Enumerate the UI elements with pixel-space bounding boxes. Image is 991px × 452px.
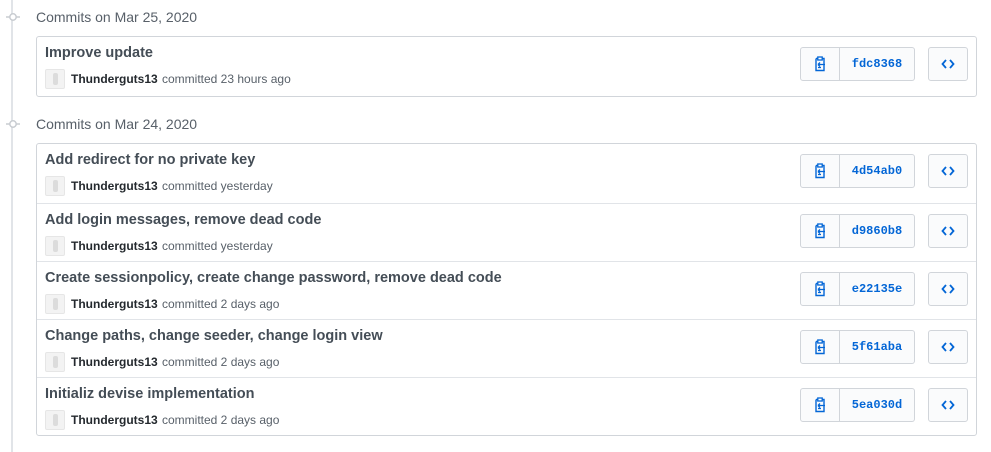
browse-repo-button[interactable] xyxy=(928,47,968,81)
commit-author-link[interactable]: Thunderguts13 xyxy=(71,413,158,427)
commit-group-header: Commits on Mar 24, 2020 xyxy=(0,114,400,134)
commit-row: Improve update Thunderguts13 committed 2… xyxy=(37,37,976,96)
clipboard-icon xyxy=(813,163,827,179)
commit-sha-link[interactable]: 5ea030d xyxy=(840,388,915,422)
commit-group-header: Commits on Mar 25, 2020 xyxy=(0,7,400,27)
avatar[interactable] xyxy=(45,176,65,196)
git-commit-icon xyxy=(6,117,20,131)
code-icon xyxy=(941,283,955,295)
sha-button-group: d9860b8 xyxy=(800,214,915,248)
commit-author-link[interactable]: Thunderguts13 xyxy=(71,355,158,369)
copy-sha-button[interactable] xyxy=(800,330,840,364)
copy-sha-button[interactable] xyxy=(800,154,840,188)
avatar[interactable] xyxy=(45,69,65,89)
code-icon xyxy=(941,165,955,177)
commit-time: committed 23 hours ago xyxy=(162,72,291,86)
commit-time: committed yesterday xyxy=(162,239,273,253)
commit-time: committed 2 days ago xyxy=(162,355,280,369)
sha-button-group: fdc8368 xyxy=(800,47,915,81)
commit-author-link[interactable]: Thunderguts13 xyxy=(71,239,158,253)
code-icon xyxy=(941,341,955,353)
commit-row: Change paths, change seeder, change logi… xyxy=(37,319,976,377)
avatar[interactable] xyxy=(45,236,65,256)
avatar[interactable] xyxy=(45,352,65,372)
code-icon xyxy=(941,225,955,237)
commit-message-link[interactable]: Create sessionpolicy, create change pass… xyxy=(45,270,502,286)
commit-message-link[interactable]: Add redirect for no private key xyxy=(45,152,255,168)
browse-repo-button[interactable] xyxy=(928,272,968,306)
sha-button-group: 5f61aba xyxy=(800,330,915,364)
git-commit-icon xyxy=(6,10,20,24)
browse-repo-button[interactable] xyxy=(928,330,968,364)
commit-row: Initializ devise implementation Thunderg… xyxy=(37,377,976,435)
commit-message-link[interactable]: Add login messages, remove dead code xyxy=(45,212,321,228)
commit-author-link[interactable]: Thunderguts13 xyxy=(71,72,158,86)
sha-button-group: 5ea030d xyxy=(800,388,915,422)
commit-message-link[interactable]: Improve update xyxy=(45,45,153,61)
clipboard-icon xyxy=(813,223,827,239)
sha-button-group: 4d54ab0 xyxy=(800,154,915,188)
commit-message-link[interactable]: Change paths, change seeder, change logi… xyxy=(45,328,383,344)
sha-button-group: e22135e xyxy=(800,272,915,306)
avatar[interactable] xyxy=(45,410,65,430)
code-icon xyxy=(941,58,955,70)
code-icon xyxy=(941,399,955,411)
commit-group-title: Commits on Mar 25, 2020 xyxy=(36,9,198,25)
browse-repo-button[interactable] xyxy=(928,388,968,422)
commit-author-link[interactable]: Thunderguts13 xyxy=(71,179,158,193)
browse-repo-button[interactable] xyxy=(928,154,968,188)
commit-row: Add login messages, remove dead code Thu… xyxy=(37,203,976,261)
clipboard-icon xyxy=(813,56,827,72)
copy-sha-button[interactable] xyxy=(800,272,840,306)
commit-sha-link[interactable]: d9860b8 xyxy=(840,214,915,248)
commit-row: Create sessionpolicy, create change pass… xyxy=(37,261,976,319)
clipboard-icon xyxy=(813,281,827,297)
commit-row: Add redirect for no private key Thunderg… xyxy=(37,144,976,203)
commit-author-link[interactable]: Thunderguts13 xyxy=(71,297,158,311)
commit-sha-link[interactable]: 4d54ab0 xyxy=(840,154,915,188)
commit-sha-link[interactable]: 5f61aba xyxy=(840,330,915,364)
avatar[interactable] xyxy=(45,294,65,314)
commit-message-link[interactable]: Initializ devise implementation xyxy=(45,386,255,402)
commit-list: Improve update Thunderguts13 committed 2… xyxy=(36,36,977,97)
browse-repo-button[interactable] xyxy=(928,214,968,248)
clipboard-icon xyxy=(813,397,827,413)
commit-list: Add redirect for no private key Thunderg… xyxy=(36,143,977,436)
copy-sha-button[interactable] xyxy=(800,214,840,248)
commit-sha-link[interactable]: fdc8368 xyxy=(840,47,915,81)
commit-sha-link[interactable]: e22135e xyxy=(840,272,915,306)
commit-time: committed 2 days ago xyxy=(162,297,280,311)
commit-time: committed 2 days ago xyxy=(162,413,280,427)
commit-group-title: Commits on Mar 24, 2020 xyxy=(36,116,198,132)
commit-time: committed yesterday xyxy=(162,179,273,193)
timeline-line xyxy=(11,0,13,452)
copy-sha-button[interactable] xyxy=(800,388,840,422)
clipboard-icon xyxy=(813,339,827,355)
copy-sha-button[interactable] xyxy=(800,47,840,81)
